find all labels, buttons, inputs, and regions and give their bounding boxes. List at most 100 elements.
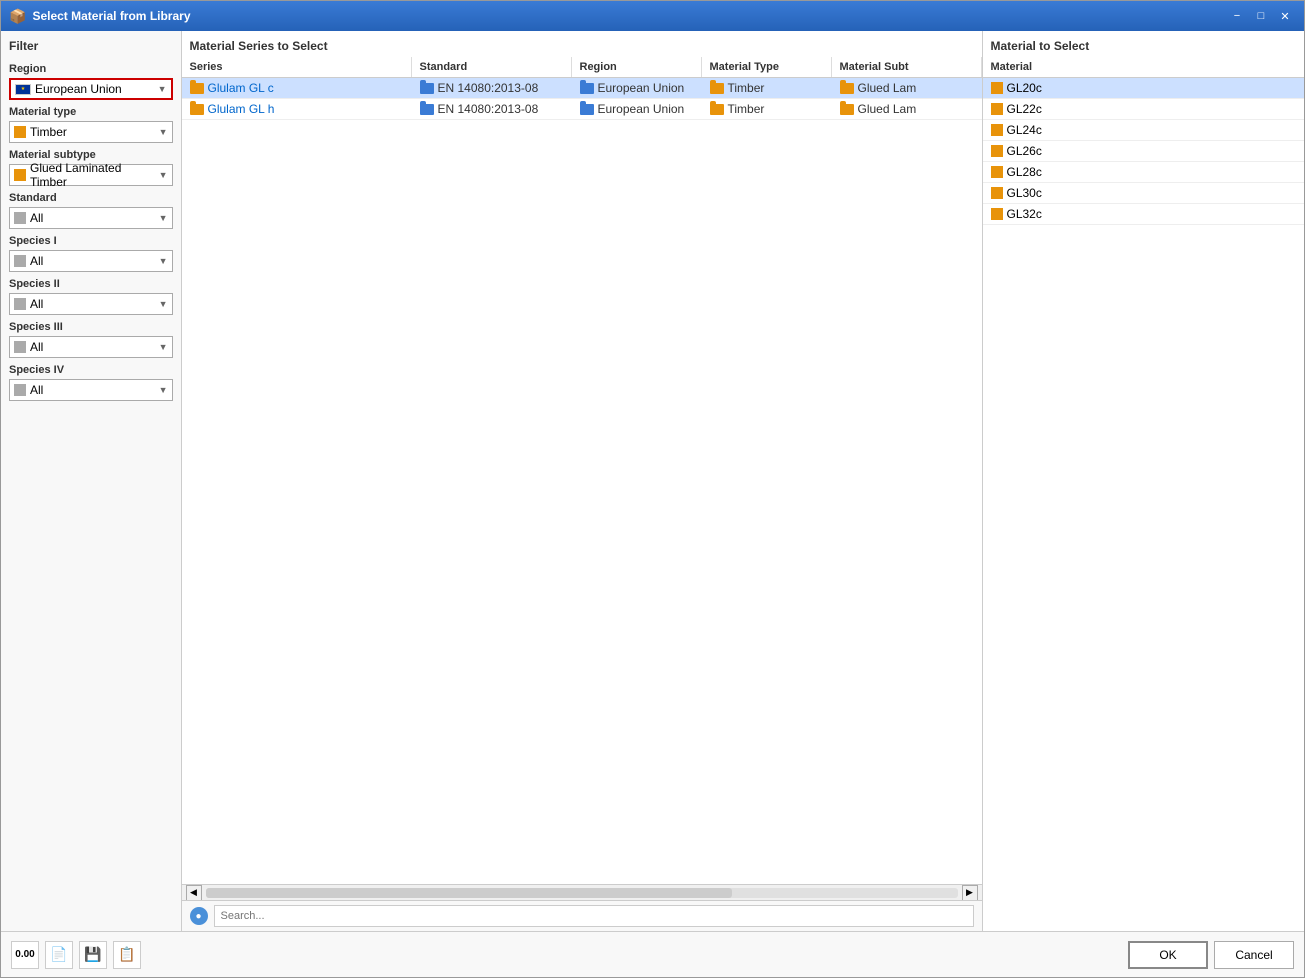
scroll-right-button[interactable]: ▶	[962, 885, 978, 901]
material-name: GL24c	[1007, 123, 1042, 137]
species2-select[interactable]: All ▼	[9, 293, 173, 315]
hscrollbar-thumb[interactable]	[206, 888, 732, 898]
material-name: GL32c	[1007, 207, 1042, 221]
bottom-left-buttons: 0.00 📄 💾 📋	[11, 941, 141, 969]
search-input[interactable]	[214, 905, 974, 927]
standard-chevron: ▼	[159, 213, 168, 223]
matsub-folder-icon	[840, 83, 854, 94]
main-window: 📦 Select Material from Library − □ ✕ Fil…	[0, 0, 1305, 978]
species3-value: All	[30, 340, 43, 354]
material-type-label: Material type	[9, 106, 173, 118]
right-panel: Material to Select Material GL20cGL22cGL…	[983, 31, 1305, 931]
material-name: GL20c	[1007, 81, 1042, 95]
material-table-header: Material	[983, 57, 1305, 78]
folder-icon	[190, 104, 204, 115]
main-content: Filter Region European Union ▼ Material …	[1, 31, 1304, 931]
action-button-3[interactable]: 💾	[79, 941, 107, 969]
species2-chevron: ▼	[159, 299, 168, 309]
right-panel-title: Material to Select	[983, 31, 1305, 57]
series-name[interactable]: Glulam GL h	[208, 102, 275, 116]
material-table-body: GL20c GL22c GL24c GL26c GL28c GL30c GL32c	[983, 78, 1305, 931]
material-name: GL22c	[1007, 102, 1042, 116]
series-name[interactable]: Glulam GL c	[208, 81, 274, 95]
titlebar-controls: − □ ✕	[1226, 6, 1296, 26]
species4-color-icon	[14, 384, 26, 396]
action-button-2[interactable]: 📄	[45, 941, 73, 969]
cancel-button[interactable]: Cancel	[1214, 941, 1294, 969]
material-subtype-chevron: ▼	[159, 170, 168, 180]
material-name: GL26c	[1007, 144, 1042, 158]
col-region: Region	[572, 57, 702, 77]
material-list-item[interactable]: GL24c	[983, 120, 1305, 141]
species3-label: Species III	[9, 321, 173, 333]
col-material-type: Material Type	[702, 57, 832, 77]
maximize-button[interactable]: □	[1250, 6, 1272, 26]
mattype-folder-icon	[710, 104, 724, 115]
material-list-item[interactable]: GL30c	[983, 183, 1305, 204]
matsub-folder-icon	[840, 104, 854, 115]
species3-group: Species III All ▼	[9, 321, 173, 358]
table-row[interactable]: Glulam GL c EN 14080:2013-08 European Un…	[182, 78, 982, 99]
minimize-button[interactable]: −	[1226, 6, 1248, 26]
material-color-icon	[991, 166, 1003, 178]
timber-color-icon	[14, 126, 26, 138]
material-color-icon	[991, 208, 1003, 220]
material-color-icon	[991, 145, 1003, 157]
species1-group: Species I All ▼	[9, 235, 173, 272]
species1-color-icon	[14, 255, 26, 267]
material-type-select[interactable]: Timber ▼	[9, 121, 173, 143]
series-table-body: Glulam GL c EN 14080:2013-08 European Un…	[182, 78, 982, 884]
filter-title: Filter	[9, 39, 173, 53]
material-list-item[interactable]: GL22c	[983, 99, 1305, 120]
titlebar: 📦 Select Material from Library − □ ✕	[1, 1, 1304, 31]
bottom-bar: 0.00 📄 💾 📋 OK Cancel	[1, 931, 1304, 977]
region-select[interactable]: European Union ▼	[9, 78, 173, 100]
matsub-name: Glued Lam	[858, 102, 917, 116]
col-material-subtype: Material Subt	[832, 57, 982, 77]
standard-select[interactable]: All ▼	[9, 207, 173, 229]
species4-chevron: ▼	[159, 385, 168, 395]
standard-value: All	[30, 211, 43, 225]
window-icon: 📦	[9, 8, 26, 25]
region-group: Region European Union ▼	[9, 63, 173, 100]
material-list-item[interactable]: GL26c	[983, 141, 1305, 162]
material-subtype-value: Glued Laminated Timber	[30, 161, 159, 189]
region-value: European Union	[35, 82, 122, 96]
matsub-name: Glued Lam	[858, 81, 917, 95]
species4-value: All	[30, 383, 43, 397]
species1-select[interactable]: All ▼	[9, 250, 173, 272]
action-button-4[interactable]: 📋	[113, 941, 141, 969]
mattype-name: Timber	[728, 102, 765, 116]
action-button-1[interactable]: 0.00	[11, 941, 39, 969]
ok-button[interactable]: OK	[1128, 941, 1208, 969]
region-folder-icon	[580, 83, 594, 94]
material-subtype-group: Material subtype Glued Laminated Timber …	[9, 149, 173, 186]
material-list-item[interactable]: GL20c	[983, 78, 1305, 99]
col-series: Series	[182, 57, 412, 77]
table-row[interactable]: Glulam GL h EN 14080:2013-08 European Un…	[182, 99, 982, 120]
species1-chevron: ▼	[159, 256, 168, 266]
material-type-group: Material type Timber ▼	[9, 106, 173, 143]
window-title: Select Material from Library	[32, 9, 1220, 23]
close-button[interactable]: ✕	[1274, 6, 1296, 26]
species3-chevron: ▼	[159, 342, 168, 352]
material-list-item[interactable]: GL32c	[983, 204, 1305, 225]
standard-folder-icon	[420, 104, 434, 115]
material-subtype-select[interactable]: Glued Laminated Timber ▼	[9, 164, 173, 186]
material-list-item[interactable]: GL28c	[983, 162, 1305, 183]
mattype-folder-icon	[710, 83, 724, 94]
material-color-icon	[991, 82, 1003, 94]
eu-flag-icon	[15, 84, 31, 95]
standard-name: EN 14080:2013-08	[438, 81, 539, 95]
scroll-left-button[interactable]: ◀	[186, 885, 202, 901]
species4-label: Species IV	[9, 364, 173, 376]
region-name: European Union	[598, 102, 685, 116]
mattype-name: Timber	[728, 81, 765, 95]
material-name: GL28c	[1007, 165, 1042, 179]
species4-select[interactable]: All ▼	[9, 379, 173, 401]
species3-select[interactable]: All ▼	[9, 336, 173, 358]
species4-group: Species IV All ▼	[9, 364, 173, 401]
species1-value: All	[30, 254, 43, 268]
region-name: European Union	[598, 81, 685, 95]
standard-folder-icon	[420, 83, 434, 94]
